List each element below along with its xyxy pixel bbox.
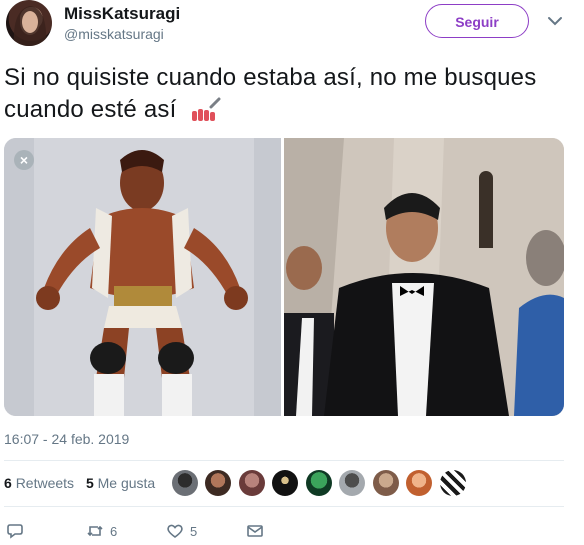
red-carpet-photo[interactable]: [284, 138, 564, 416]
liker-avatar[interactable]: [238, 470, 265, 496]
liker-avatar[interactable]: [172, 470, 198, 496]
author-name[interactable]: MissKatsuragi: [64, 4, 180, 24]
author-handle[interactable]: @misskatsuragi: [64, 26, 164, 42]
envelope-icon: [247, 525, 263, 537]
liker-avatar[interactable]: [305, 470, 332, 496]
retweets-stat[interactable]: 6 Retweets: [4, 475, 74, 491]
tweet-text-content: Si no quisiste cuando estaba así, no me …: [4, 64, 537, 123]
tweet-media[interactable]: ×: [4, 138, 564, 416]
liker-avatar[interactable]: [372, 470, 399, 496]
divider: [4, 460, 564, 461]
author-avatar[interactable]: [6, 0, 52, 46]
tweet-text: Si no quisiste cuando estaba así, no me …: [4, 62, 544, 126]
like-button[interactable]: 5: [166, 520, 197, 542]
retweet-icon: [87, 525, 103, 537]
action-figure-image[interactable]: ×: [4, 138, 281, 416]
liker-avatar[interactable]: [205, 470, 232, 496]
likes-count: 5: [85, 475, 94, 491]
likes-label: Me gusta: [97, 475, 156, 491]
tweet-actions: 6 5: [6, 520, 566, 542]
retweets-label: Retweets: [15, 475, 75, 491]
tweet-timestamp[interactable]: 16:07 - 24 feb. 2019: [4, 431, 129, 447]
chevron-down-icon[interactable]: [546, 12, 564, 30]
like-count: 5: [190, 523, 198, 539]
heart-icon: [167, 524, 183, 538]
liker-avatar[interactable]: [439, 470, 466, 496]
liker-avatar[interactable]: [339, 470, 366, 496]
liker-avatar[interactable]: [272, 470, 299, 496]
direct-message-button[interactable]: [246, 520, 264, 542]
retweets-count: 6: [4, 475, 12, 491]
divider: [4, 506, 564, 507]
nail-polish-icon: [192, 97, 221, 121]
reply-icon: [7, 524, 23, 539]
likes-stat[interactable]: 5 Me gusta: [86, 475, 155, 491]
tweet-stats: 6 Retweets 5 Me gusta: [4, 475, 163, 491]
reply-button[interactable]: [6, 520, 30, 542]
retweet-button[interactable]: 6: [86, 520, 117, 542]
tweet-header: MissKatsuragi @misskatsuragi Seguir: [0, 0, 584, 60]
likers-avatars: [172, 470, 469, 500]
retweet-count: 6: [110, 523, 118, 539]
liker-avatar[interactable]: [406, 470, 433, 496]
close-icon[interactable]: ×: [14, 150, 34, 170]
follow-button[interactable]: Seguir: [425, 4, 529, 38]
